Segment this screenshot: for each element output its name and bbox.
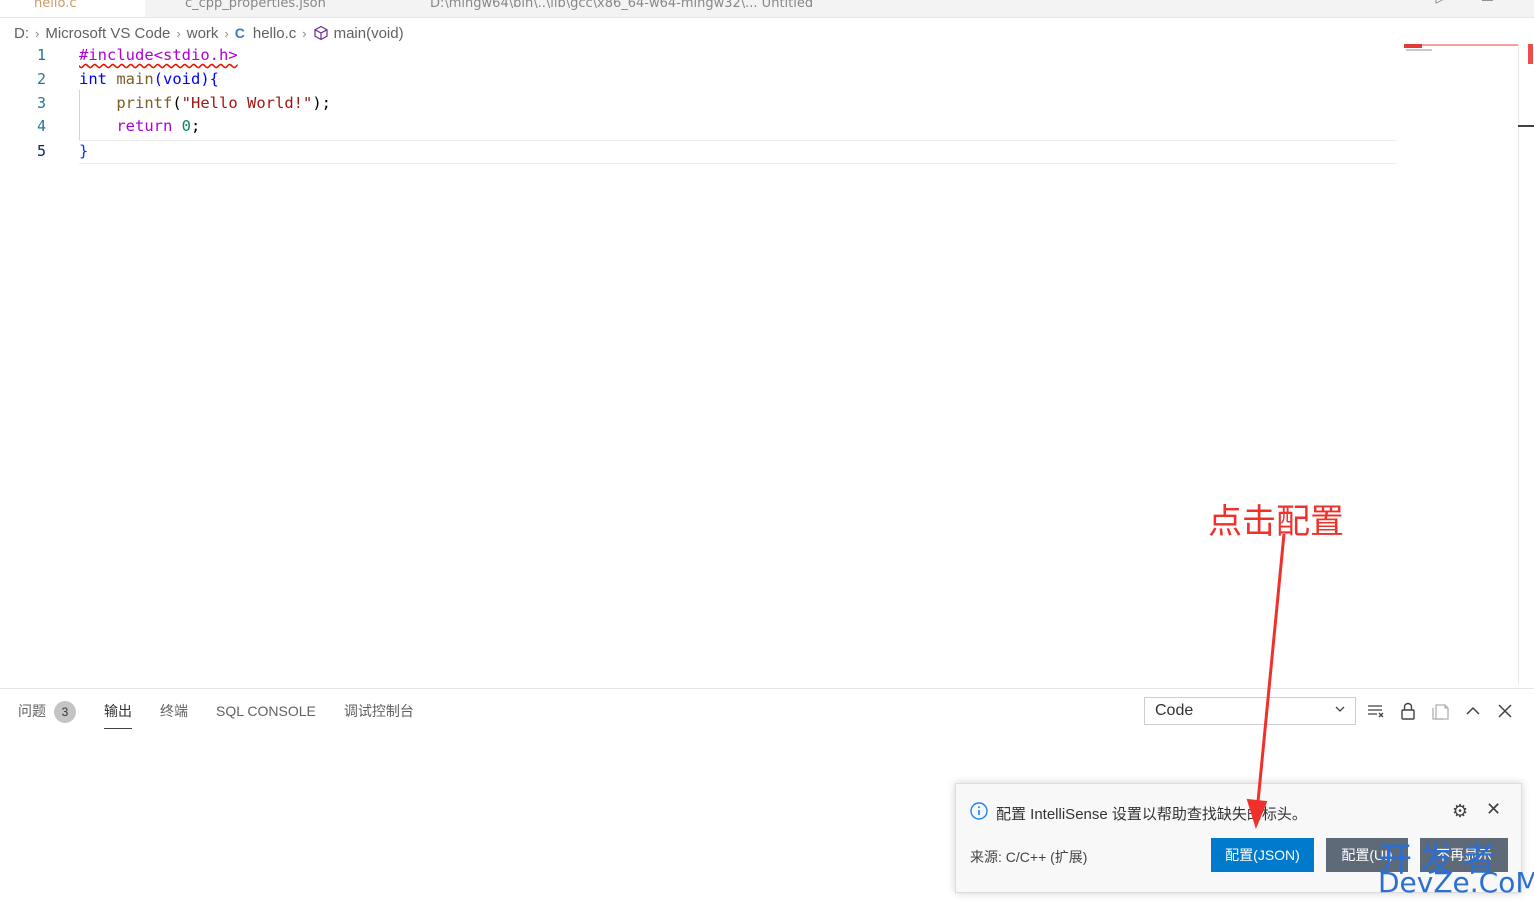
breadcrumb-symbol[interactable]: main(void) [334, 25, 404, 42]
code-token: ); [312, 94, 331, 112]
chevron-right-icon: › [35, 25, 40, 41]
minimap-error-marker [1404, 44, 1422, 48]
chevron-right-icon: › [176, 25, 181, 41]
maximize-panel-icon[interactable] [1463, 701, 1483, 721]
vertical-scrollbar[interactable] [1518, 44, 1519, 684]
tab-label: 输出 [104, 703, 132, 719]
notification-source: 来源: C/C++ (扩展) [970, 849, 1088, 865]
number-literal: 0 [181, 117, 192, 135]
line-number: 2 [36, 70, 46, 88]
breadcrumb-folder[interactable]: Microsoft VS Code [45, 25, 170, 42]
c-file-icon: C [234, 25, 245, 41]
code-line[interactable]: 3 printf("Hello World!"); [0, 92, 1400, 115]
line-number: 1 [36, 46, 46, 64]
include-directive: #include<stdio.h> [79, 46, 238, 64]
string-literal: "Hello World!" [181, 94, 313, 112]
scrollbar-error-marker [1528, 44, 1533, 64]
notification-message: 配置 IntelliSense 设置以帮助查找缺失的标头。 [996, 806, 1307, 823]
code-token: (void){ [153, 70, 219, 88]
code-token: ( [172, 94, 182, 112]
info-icon [970, 802, 988, 820]
closing-brace: } [79, 142, 89, 160]
gear-icon[interactable]: ⚙ [1452, 801, 1468, 822]
code-line[interactable]: 2 int main(void){ [0, 68, 1400, 91]
code-token: ; [191, 117, 201, 135]
editor-actions: ▷ ▭ [1436, 0, 1494, 6]
code-line[interactable]: 5 } [0, 140, 1400, 163]
tab-hello-c[interactable]: hello.c [0, 0, 145, 17]
chevron-right-icon: › [224, 25, 229, 41]
scrollbar-cursor-marker [1518, 125, 1534, 127]
close-icon[interactable]: ✕ [1486, 799, 1501, 820]
split-editor-icon[interactable]: ▭ [1481, 0, 1494, 6]
clear-output-icon[interactable] [1366, 701, 1386, 721]
breadcrumb-folder[interactable]: work [187, 25, 219, 42]
chevron-down-icon [1335, 706, 1345, 712]
close-panel-icon[interactable] [1495, 701, 1515, 721]
symbol-method-icon [313, 25, 328, 41]
keyword-return: return [116, 117, 173, 135]
problems-count-badge: 3 [54, 701, 76, 723]
code-editor[interactable]: 1 #include<stdio.h> 2 int main(void){ 3 … [0, 44, 1400, 684]
breadcrumb: D: › Microsoft VS Code › work › C hello.… [14, 22, 404, 44]
breadcrumb-file[interactable]: hello.c [253, 25, 296, 42]
line-number: 4 [36, 117, 46, 135]
configure-json-button[interactable]: 配置(JSON) [1211, 838, 1314, 872]
tab-label: 调试控制台 [343, 703, 414, 719]
watermark-logo: DevZe.CoM [1378, 866, 1534, 899]
panel-tab-bar: 问题 3 输出 终端 SQL CONSOLE 调试控制台 [18, 699, 442, 729]
editor-tab-strip: hello.c c_cpp_properties.json D:\mingw64… [0, 0, 1534, 18]
tab-debug-console[interactable]: 调试控制台 [344, 699, 414, 729]
tab-output[interactable]: 输出 [104, 699, 132, 729]
annotation-label: 点击配置 [1208, 502, 1344, 542]
open-output-icon[interactable] [1431, 701, 1451, 721]
tab-label: SQL CONSOLE [216, 703, 316, 719]
minimap-code [1406, 49, 1432, 51]
tab-sql-console[interactable]: SQL CONSOLE [216, 699, 316, 729]
select-value: Code [1155, 702, 1194, 719]
tab-label: 问题 [18, 703, 46, 719]
chevron-right-icon: › [302, 25, 307, 41]
tab-label: 终端 [160, 703, 188, 719]
code-line[interactable]: 4 return 0; [0, 115, 1400, 138]
line-number: 3 [36, 94, 46, 112]
lock-icon[interactable] [1398, 701, 1418, 721]
line-number: 5 [36, 142, 46, 160]
tab-c-cpp-properties[interactable]: c_cpp_properties.json [150, 0, 380, 17]
code-line[interactable]: 1 #include<stdio.h> [0, 44, 1400, 67]
tab-problems[interactable]: 问题 3 [18, 699, 76, 729]
tab-terminal[interactable]: 终端 [160, 699, 188, 729]
function-name: printf [116, 94, 173, 112]
output-channel-select[interactable]: Code [1144, 697, 1356, 725]
breadcrumb-drive[interactable]: D: [14, 25, 29, 42]
tab-untitled[interactable]: D:\mingw64\bin\..\lib\gcc\x86_64-w64-min… [390, 0, 840, 17]
keyword-type: int [79, 70, 107, 88]
run-icon[interactable]: ▷ [1436, 0, 1447, 6]
function-name: main [116, 70, 154, 88]
